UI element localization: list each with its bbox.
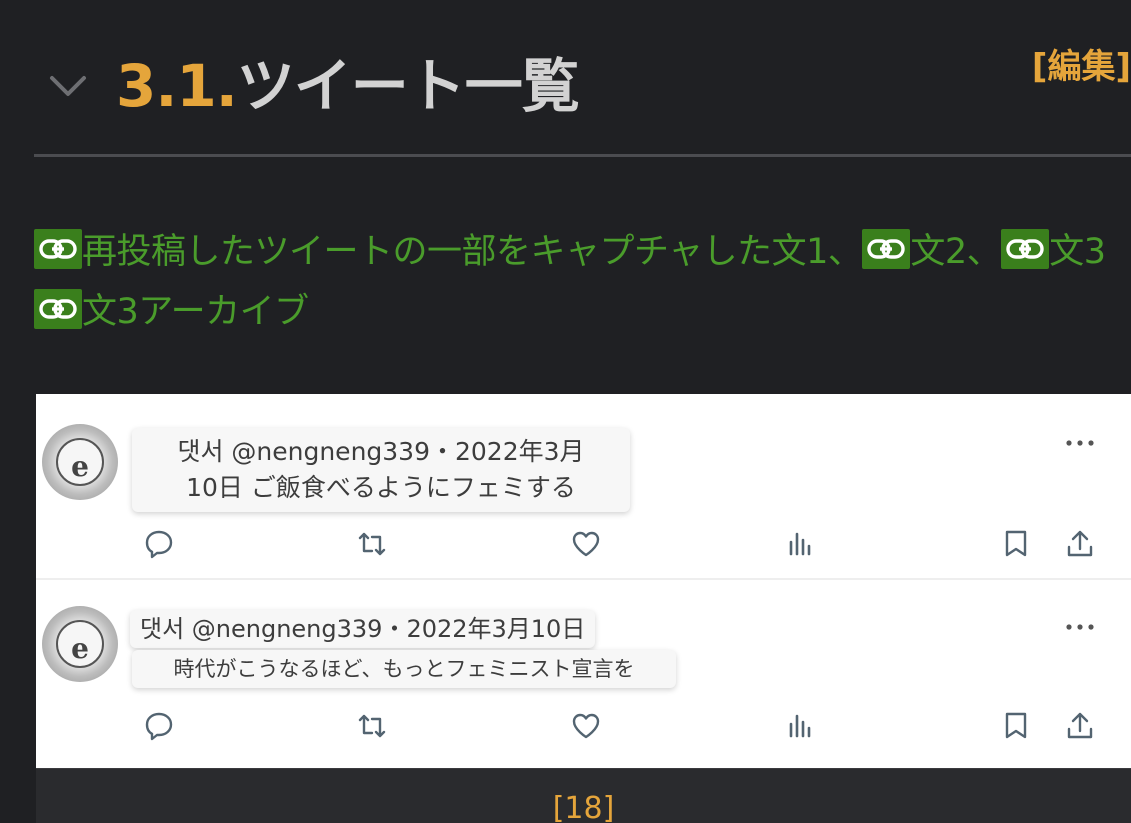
share-icon[interactable] bbox=[1064, 528, 1096, 560]
tweet-line: 댓서 @nengneng339・2022年3月10日 bbox=[140, 615, 586, 643]
heading-divider bbox=[34, 154, 1131, 157]
section-number: 3.1. bbox=[116, 52, 238, 120]
retweet-icon[interactable] bbox=[356, 710, 388, 742]
reply-icon[interactable] bbox=[143, 528, 175, 560]
link-icon bbox=[34, 289, 82, 329]
tweet-line: 時代がこうなるほど、もっとフェミニスト宣言を bbox=[173, 657, 635, 681]
avatar[interactable]: e bbox=[42, 424, 118, 500]
source-link-2[interactable]: 文2、 bbox=[910, 232, 1001, 272]
section-heading: 3.1.ツイート一覧 bbox=[116, 46, 580, 126]
tweet-row: e 댓서 @nengneng339・2022年3月 10日 ご飯食べるようにフェ… bbox=[36, 394, 1131, 580]
tweet-text: 時代がこうなるほど、もっとフェミニスト宣言を bbox=[132, 650, 676, 688]
views-icon[interactable] bbox=[785, 528, 817, 560]
edit-link[interactable]: [編集] bbox=[1032, 44, 1131, 90]
chevron-down-icon[interactable] bbox=[48, 66, 88, 106]
more-icon[interactable] bbox=[1065, 438, 1095, 448]
section-title: ツイート一覧 bbox=[236, 52, 580, 120]
reply-icon[interactable] bbox=[143, 710, 175, 742]
views-icon[interactable] bbox=[785, 710, 817, 742]
tweet-line: 10日 ご飯食べるようにフェミする bbox=[186, 473, 576, 502]
source-link-1[interactable]: 再投稿したツイートの一部をキャプチャした文1、 bbox=[82, 232, 863, 272]
source-links: 再投稿したツイートの一部をキャプチャした文1、 文2、 文3 文3アーカイブ bbox=[34, 222, 1131, 342]
tweet-capture-image: e 댓서 @nengneng339・2022年3月 10日 ご飯食べるようにフェ… bbox=[36, 394, 1131, 768]
link-icon bbox=[862, 229, 911, 269]
like-icon[interactable] bbox=[570, 710, 602, 742]
image-caption-bar: [18] bbox=[36, 768, 1131, 823]
tweet-text: 댓서 @nengneng339・2022年3月 10日 ご飯食べるようにフェミす… bbox=[132, 428, 630, 512]
footnote-link[interactable]: [18] bbox=[36, 791, 1131, 823]
tweet-row: e 댓서 @nengneng339・2022年3月10日 時代がこうなるほど、も… bbox=[36, 584, 1131, 768]
retweet-icon[interactable] bbox=[356, 528, 388, 560]
more-icon[interactable] bbox=[1065, 622, 1095, 632]
bookmark-icon[interactable] bbox=[1000, 528, 1032, 560]
link-icon bbox=[34, 229, 82, 269]
source-link-4[interactable]: 文3アーカイブ bbox=[82, 292, 309, 332]
tweet-line: 댓서 @nengneng339・2022年3月 bbox=[177, 437, 585, 466]
source-link-3[interactable]: 文3 bbox=[1049, 232, 1106, 272]
bookmark-icon[interactable] bbox=[1000, 710, 1032, 742]
avatar[interactable]: e bbox=[42, 606, 118, 682]
like-icon[interactable] bbox=[570, 528, 602, 560]
tweet-text: 댓서 @nengneng339・2022年3月10日 bbox=[130, 610, 596, 648]
share-icon[interactable] bbox=[1064, 710, 1096, 742]
link-icon bbox=[1001, 229, 1050, 269]
